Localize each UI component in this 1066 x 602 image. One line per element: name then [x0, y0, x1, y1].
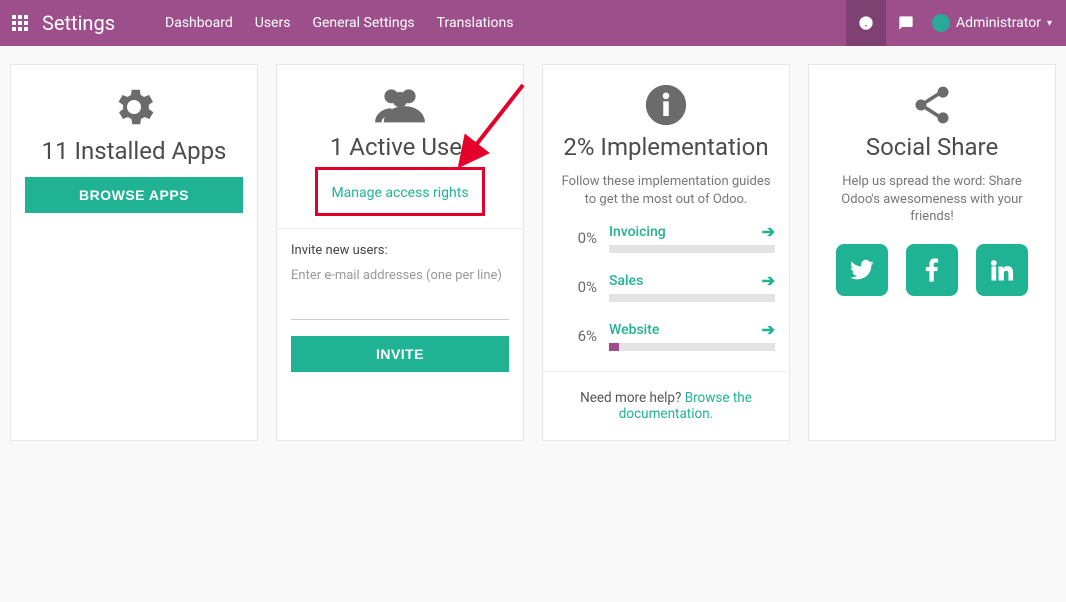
card-installed-apps: 11 Installed Apps BROWSE APPS — [10, 64, 258, 441]
impl-link-website[interactable]: Website — [609, 322, 659, 338]
impl-bar — [609, 343, 775, 351]
nav-users[interactable]: Users — [255, 15, 291, 31]
nav-translations[interactable]: Translations — [437, 15, 514, 31]
help-text: Need more help? — [580, 390, 685, 406]
user-name: Administrator — [956, 15, 1041, 31]
impl-bar — [609, 294, 775, 302]
impl-row-sales: 0% Sales ➔ — [557, 271, 775, 302]
invite-emails-input[interactable] — [291, 264, 509, 320]
apps-title: 11 Installed Apps — [25, 137, 243, 165]
card-social-share: Social Share Help us spread the word: Sh… — [808, 64, 1056, 441]
arrow-right-icon[interactable]: ➔ — [762, 320, 775, 339]
dashboard-grid: 11 Installed Apps BROWSE APPS 1 Active U… — [0, 46, 1066, 459]
nav-links: Dashboard Users General Settings Transla… — [165, 15, 513, 31]
impl-row-invoicing: 0% Invoicing ➔ — [557, 222, 775, 253]
card-active-user: 1 Active User Manage access rights Invit… — [276, 64, 524, 441]
top-navbar: Settings Dashboard Users General Setting… — [0, 0, 1066, 46]
card-implementation: 2% Implementation Follow these implement… — [542, 64, 790, 441]
avatar-icon — [932, 14, 950, 32]
facebook-button[interactable] — [906, 244, 958, 296]
users-icon — [291, 83, 509, 127]
manage-access-highlight: Manage access rights — [315, 167, 485, 216]
impl-pct: 0% — [557, 229, 597, 247]
messages-icon[interactable] — [846, 0, 886, 46]
help-box: Need more help? Browse the documentation… — [543, 371, 789, 440]
impl-pct: 6% — [557, 327, 597, 345]
impl-title: 2% Implementation — [557, 133, 775, 161]
twitter-button[interactable] — [836, 244, 888, 296]
caret-down-icon: ▾ — [1047, 18, 1052, 29]
linkedin-button[interactable] — [976, 244, 1028, 296]
chat-icon[interactable] — [886, 0, 926, 46]
impl-row-website: 6% Website ➔ — [557, 320, 775, 351]
info-icon — [557, 83, 775, 127]
arrow-right-icon[interactable]: ➔ — [762, 222, 775, 241]
impl-pct: 0% — [557, 278, 597, 296]
manage-access-link[interactable]: Manage access rights — [331, 185, 468, 201]
impl-bar — [609, 245, 775, 253]
gear-icon — [25, 83, 243, 131]
invite-label: Invite new users: — [291, 243, 509, 258]
nav-dashboard[interactable]: Dashboard — [165, 15, 233, 31]
social-title: Social Share — [823, 133, 1041, 161]
impl-subtitle: Follow these implementation guides to ge… — [557, 173, 775, 208]
browse-apps-button[interactable]: BROWSE APPS — [25, 177, 243, 213]
nav-general-settings[interactable]: General Settings — [312, 15, 414, 31]
apps-grid-icon[interactable] — [12, 15, 28, 31]
user-menu[interactable]: Administrator ▾ — [926, 14, 1058, 32]
share-icon — [823, 83, 1041, 127]
app-title: Settings — [42, 11, 115, 35]
users-title: 1 Active User — [291, 133, 509, 161]
invite-button[interactable]: INVITE — [291, 336, 509, 372]
social-subtitle: Help us spread the word: Share Odoo's aw… — [823, 173, 1041, 226]
impl-link-invoicing[interactable]: Invoicing — [609, 224, 666, 240]
impl-link-sales[interactable]: Sales — [609, 273, 643, 289]
arrow-right-icon[interactable]: ➔ — [762, 271, 775, 290]
